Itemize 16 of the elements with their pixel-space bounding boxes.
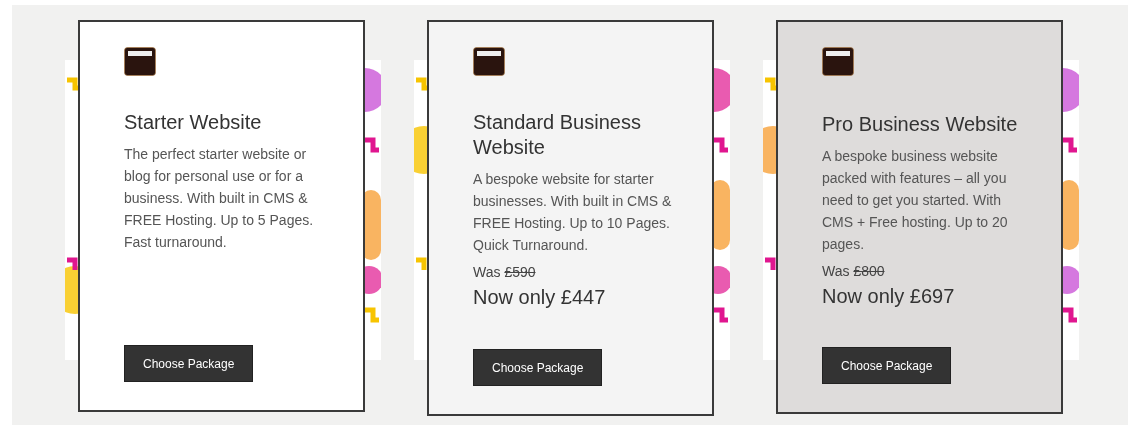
package-description: The perfect starter website or blog for personal use or for a business. With built in CMS & FREE Hosting. Up to 5 Pages. Fast turnaround.	[124, 145, 315, 252]
choose-package-button[interactable]: Choose Package	[124, 345, 254, 382]
package-title: Standard Business Website	[473, 110, 642, 160]
current-price: Now only £447	[473, 286, 607, 309]
old-price: Was £800	[822, 263, 886, 279]
current-price: Now only £697	[822, 285, 956, 308]
package-title: Pro Business Website	[822, 112, 1019, 137]
browser-window-icon	[822, 47, 854, 76]
package-description: A bespoke business website packed with features – all you need to get you started. With CMS + Free hosting. Up to 20 pages.	[822, 147, 1009, 254]
browser-window-icon	[124, 47, 156, 76]
choose-package-button[interactable]: Choose Package	[822, 347, 952, 384]
choose-package-button[interactable]: Choose Package	[473, 349, 603, 386]
browser-window-icon	[473, 47, 505, 76]
package-title: Starter Website	[124, 110, 263, 135]
old-price: Was £590	[473, 264, 537, 280]
package-description: A bespoke website for starter businesses. With built in CMS & FREE Hosting. Up to 10 Pages. Quick Turnaround.	[473, 170, 672, 255]
